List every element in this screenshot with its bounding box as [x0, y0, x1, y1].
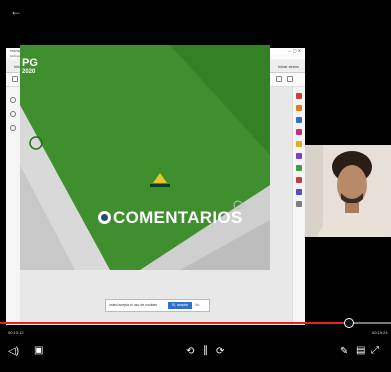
- right-tools-pane: [292, 87, 305, 325]
- export-pdf-icon[interactable]: [296, 93, 302, 99]
- device-icon[interactable]: ▣: [34, 345, 43, 356]
- slide-title: COMENTARIOS: [113, 208, 243, 227]
- captions-icon[interactable]: ▤: [356, 345, 365, 356]
- cookie-accept-button[interactable]: Sí, aceptar: [168, 302, 192, 309]
- participant-video: [305, 145, 391, 237]
- left-navigation-pane: [6, 87, 21, 325]
- create-pdf-icon[interactable]: [296, 105, 302, 111]
- protect-icon[interactable]: [296, 177, 302, 183]
- cookie-decline-button[interactable]: No: [195, 302, 199, 309]
- cookie-banner: usted acepta el uso de cookies Sí, acept…: [105, 299, 210, 312]
- combine-icon[interactable]: [296, 141, 302, 147]
- menu-archivo[interactable]: Archivo: [10, 54, 20, 58]
- pg-year: 2020: [22, 69, 36, 75]
- more-icon[interactable]: [296, 201, 302, 207]
- pause-icon[interactable]: ∥: [203, 345, 208, 356]
- window-controls[interactable]: — ▢ ✕: [288, 48, 301, 53]
- elapsed-time: 00:13:12: [8, 330, 24, 335]
- layers-icon[interactable]: [10, 125, 16, 131]
- back-arrow-icon[interactable]: ←: [10, 4, 22, 18]
- save-icon[interactable]: [12, 76, 18, 82]
- organize-icon[interactable]: [296, 153, 302, 159]
- forward-icon[interactable]: ⟳: [216, 346, 224, 357]
- comment-tool-icon[interactable]: [296, 129, 302, 135]
- slide-background: [20, 45, 270, 270]
- presentation-slide: [20, 45, 270, 270]
- total-time: 00:15:24: [372, 330, 388, 335]
- signin-link[interactable]: Iniciar sesión: [274, 63, 303, 72]
- send-icon[interactable]: [296, 189, 302, 195]
- cookie-text: usted acepta el uso de cookies: [109, 303, 158, 307]
- fill-sign-icon[interactable]: [296, 165, 302, 171]
- fullscreen-icon[interactable]: ⤢: [371, 345, 379, 356]
- pg-logo: PG: [22, 57, 38, 69]
- seek-progress: [0, 322, 348, 324]
- rewind-icon[interactable]: ⟲: [186, 346, 194, 357]
- bookmark-icon[interactable]: [10, 97, 16, 103]
- edit-pdf-icon[interactable]: [296, 117, 302, 123]
- audio-icon[interactable]: ◁): [8, 346, 19, 357]
- share-icon[interactable]: [276, 76, 282, 82]
- seek-thumb[interactable]: [343, 318, 354, 328]
- attachment-icon[interactable]: [10, 111, 16, 117]
- more-tools-icon[interactable]: [287, 76, 293, 82]
- participant-portrait: [305, 145, 391, 237]
- comment-bullet-icon: [98, 211, 111, 224]
- edit-icon[interactable]: ✎: [340, 346, 348, 357]
